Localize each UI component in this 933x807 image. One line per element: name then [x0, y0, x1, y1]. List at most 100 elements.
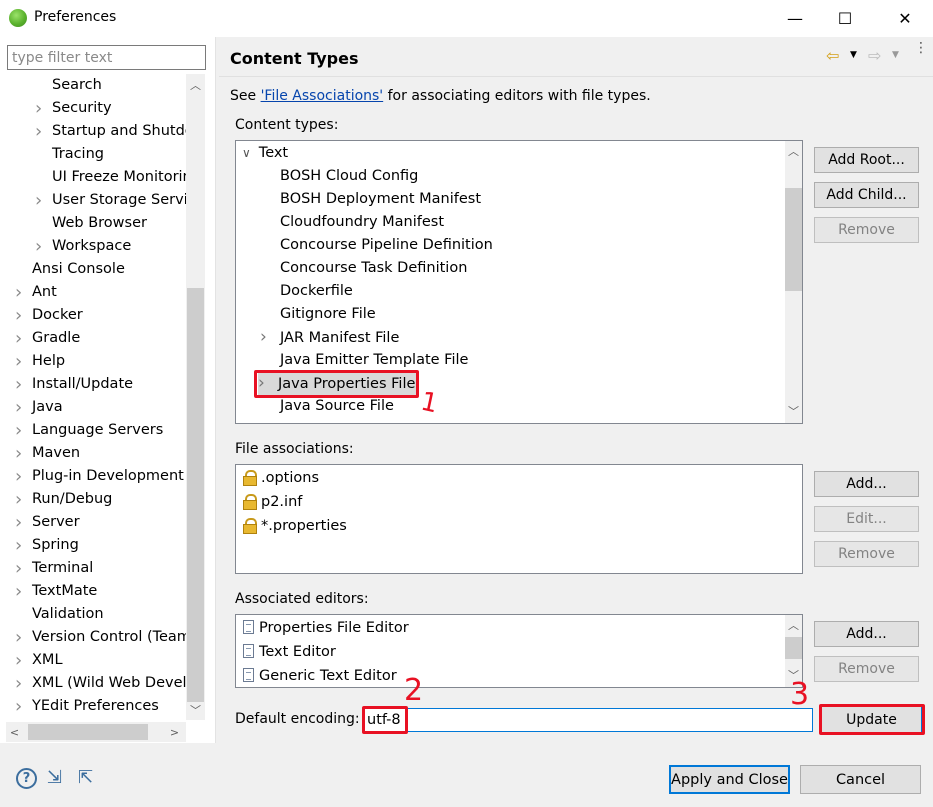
- file-association-item[interactable]: p2.inf: [243, 491, 302, 514]
- content-type-item[interactable]: Java Emitter Template File: [260, 349, 468, 372]
- content-type-item[interactable]: › JAR Manifest File: [260, 326, 399, 349]
- content-type-root-text[interactable]: ∨ Text: [242, 142, 288, 165]
- view-menu-icon[interactable]: ⋮: [914, 41, 928, 55]
- remove-editor-button[interactable]: Remove: [814, 656, 919, 682]
- chevron-right-icon[interactable]: ›: [15, 557, 25, 580]
- chevron-right-icon[interactable]: ›: [15, 327, 25, 350]
- chevron-right-icon[interactable]: ›: [15, 442, 25, 465]
- apply-and-close-button[interactable]: Apply and Close: [669, 765, 790, 794]
- cancel-button[interactable]: Cancel: [800, 765, 921, 794]
- chevron-right-icon[interactable]: ›: [260, 326, 280, 349]
- default-encoding-input[interactable]: [362, 708, 813, 732]
- scroll-thumb[interactable]: [785, 188, 802, 291]
- scroll-thumb[interactable]: [187, 288, 204, 702]
- scroll-up-arrow-icon[interactable]: ︿: [187, 77, 204, 94]
- content-type-item[interactable]: Gitignore File: [260, 303, 376, 326]
- import-icon[interactable]: ⇲: [47, 767, 62, 788]
- chevron-right-icon[interactable]: ›: [15, 304, 25, 327]
- content-type-item[interactable]: BOSH Deployment Manifest: [260, 188, 481, 211]
- chevron-right-icon[interactable]: ›: [15, 373, 25, 396]
- chevron-right-icon[interactable]: ›: [15, 488, 25, 511]
- export-icon[interactable]: ⇱: [78, 767, 93, 788]
- forward-dropdown-icon[interactable]: ▼: [892, 50, 899, 60]
- content-type-item[interactable]: Concourse Pipeline Definition: [260, 234, 493, 257]
- chevron-right-icon[interactable]: ›: [35, 235, 45, 258]
- content-type-item[interactable]: Concourse Task Definition: [260, 257, 467, 280]
- scroll-thumb[interactable]: [785, 637, 802, 659]
- chevron-right-icon[interactable]: ›: [35, 120, 45, 143]
- scroll-up-arrow-icon[interactable]: ︿: [785, 143, 802, 160]
- scroll-right-arrow-icon[interactable]: >: [166, 724, 183, 741]
- associated-editors-list[interactable]: Properties File Editor Text Editor Generic…: [235, 614, 803, 688]
- content-type-item[interactable]: Dockerfile: [260, 280, 353, 303]
- content-types-scrollbar[interactable]: ︿ ﹀: [785, 141, 802, 423]
- filter-input[interactable]: [7, 45, 206, 70]
- forward-arrow-icon[interactable]: ⇨: [868, 46, 881, 65]
- file-association-item[interactable]: *.properties: [243, 515, 347, 538]
- lock-icon: [243, 518, 257, 534]
- content-type-item[interactable]: › Java Properties File: [258, 372, 420, 395]
- back-arrow-icon[interactable]: ⇦: [826, 46, 839, 65]
- chevron-right-icon[interactable]: ›: [15, 281, 25, 304]
- remove-content-type-button[interactable]: Remove: [814, 217, 919, 243]
- add-file-association-button[interactable]: Add...: [814, 471, 919, 497]
- file-association-item[interactable]: .options: [243, 467, 319, 490]
- content-type-item[interactable]: Java Source File: [260, 395, 394, 418]
- content-type-item[interactable]: Cloudfoundry Manifest: [260, 211, 444, 234]
- tree-item-label: UI Freeze Monitorin: [52, 169, 186, 185]
- update-button[interactable]: Update: [821, 706, 922, 733]
- scroll-down-arrow-icon[interactable]: ﹀: [187, 702, 204, 719]
- chevron-right-icon[interactable]: ›: [15, 626, 25, 649]
- scroll-left-arrow-icon[interactable]: <: [6, 724, 23, 741]
- chevron-right-icon[interactable]: ›: [15, 534, 25, 557]
- chevron-right-icon[interactable]: ›: [15, 649, 25, 672]
- edit-file-association-button[interactable]: Edit...: [814, 506, 919, 532]
- content-type-label: Gitignore File: [280, 306, 376, 322]
- file-associations-list[interactable]: .options p2.inf *.properties: [235, 464, 803, 574]
- remove-file-association-button[interactable]: Remove: [814, 541, 919, 567]
- scroll-down-arrow-icon[interactable]: ﹀: [785, 403, 802, 420]
- chevron-right-icon[interactable]: ›: [15, 465, 25, 488]
- back-dropdown-icon[interactable]: ▼: [850, 50, 857, 60]
- window-title: Preferences: [34, 9, 117, 25]
- chevron-right-icon[interactable]: ›: [35, 189, 45, 212]
- editor-item[interactable]: Text Editor: [243, 641, 336, 664]
- chevron-right-icon[interactable]: ›: [35, 97, 45, 120]
- tree-horizontal-scrollbar[interactable]: < >: [6, 722, 186, 742]
- tree-item-label: Search: [52, 77, 102, 93]
- chevron-right-icon[interactable]: ›: [15, 695, 25, 718]
- content-type-label: Concourse Task Definition: [280, 260, 468, 276]
- help-icon[interactable]: ?: [16, 768, 37, 789]
- chevron-right-icon[interactable]: ›: [15, 350, 25, 373]
- add-child-button[interactable]: Add Child...: [814, 182, 919, 208]
- content-type-item[interactable]: BOSH Cloud Config: [260, 165, 418, 188]
- chevron-down-icon[interactable]: ∨: [242, 146, 251, 160]
- tree-item-label: Workspace: [52, 238, 132, 254]
- add-root-button[interactable]: Add Root...: [814, 147, 919, 173]
- document-icon: [243, 668, 254, 682]
- chevron-right-icon[interactable]: ›: [258, 372, 278, 395]
- editor-item[interactable]: Generic Text Editor: [243, 665, 397, 687]
- chevron-right-icon[interactable]: ›: [15, 511, 25, 534]
- editor-item[interactable]: Properties File Editor: [243, 617, 409, 640]
- chevron-right-icon[interactable]: ›: [15, 580, 25, 603]
- scroll-thumb-horizontal[interactable]: [28, 724, 148, 740]
- chevron-right-icon[interactable]: ›: [15, 419, 25, 442]
- tree-item-label: User Storage Servic: [52, 192, 186, 208]
- tree-vertical-scrollbar[interactable]: ︿ ﹀: [186, 74, 205, 720]
- chevron-right-icon[interactable]: ›: [15, 396, 25, 419]
- file-association-label: p2.inf: [261, 494, 303, 510]
- tree-item-label: Startup and Shutdo: [52, 123, 186, 139]
- chevron-right-icon[interactable]: ›: [15, 672, 25, 695]
- maximize-button[interactable]: ☐: [822, 0, 868, 37]
- file-associations-link[interactable]: 'File Associations': [261, 88, 384, 104]
- minimize-button[interactable]: —: [772, 0, 818, 37]
- add-editor-button[interactable]: Add...: [814, 621, 919, 647]
- content-type-label: BOSH Deployment Manifest: [280, 191, 482, 207]
- content-types-tree[interactable]: ∨ Text BOSH Cloud Config BOSH Deployment M…: [235, 140, 803, 424]
- scroll-up-arrow-icon[interactable]: ︿: [785, 617, 802, 634]
- hint-suffix: for associating editors with file types.: [383, 88, 651, 104]
- close-button[interactable]: ✕: [882, 0, 928, 37]
- content-type-label: Cloudfoundry Manifest: [280, 214, 445, 230]
- editor-label: Properties File Editor: [259, 620, 409, 636]
